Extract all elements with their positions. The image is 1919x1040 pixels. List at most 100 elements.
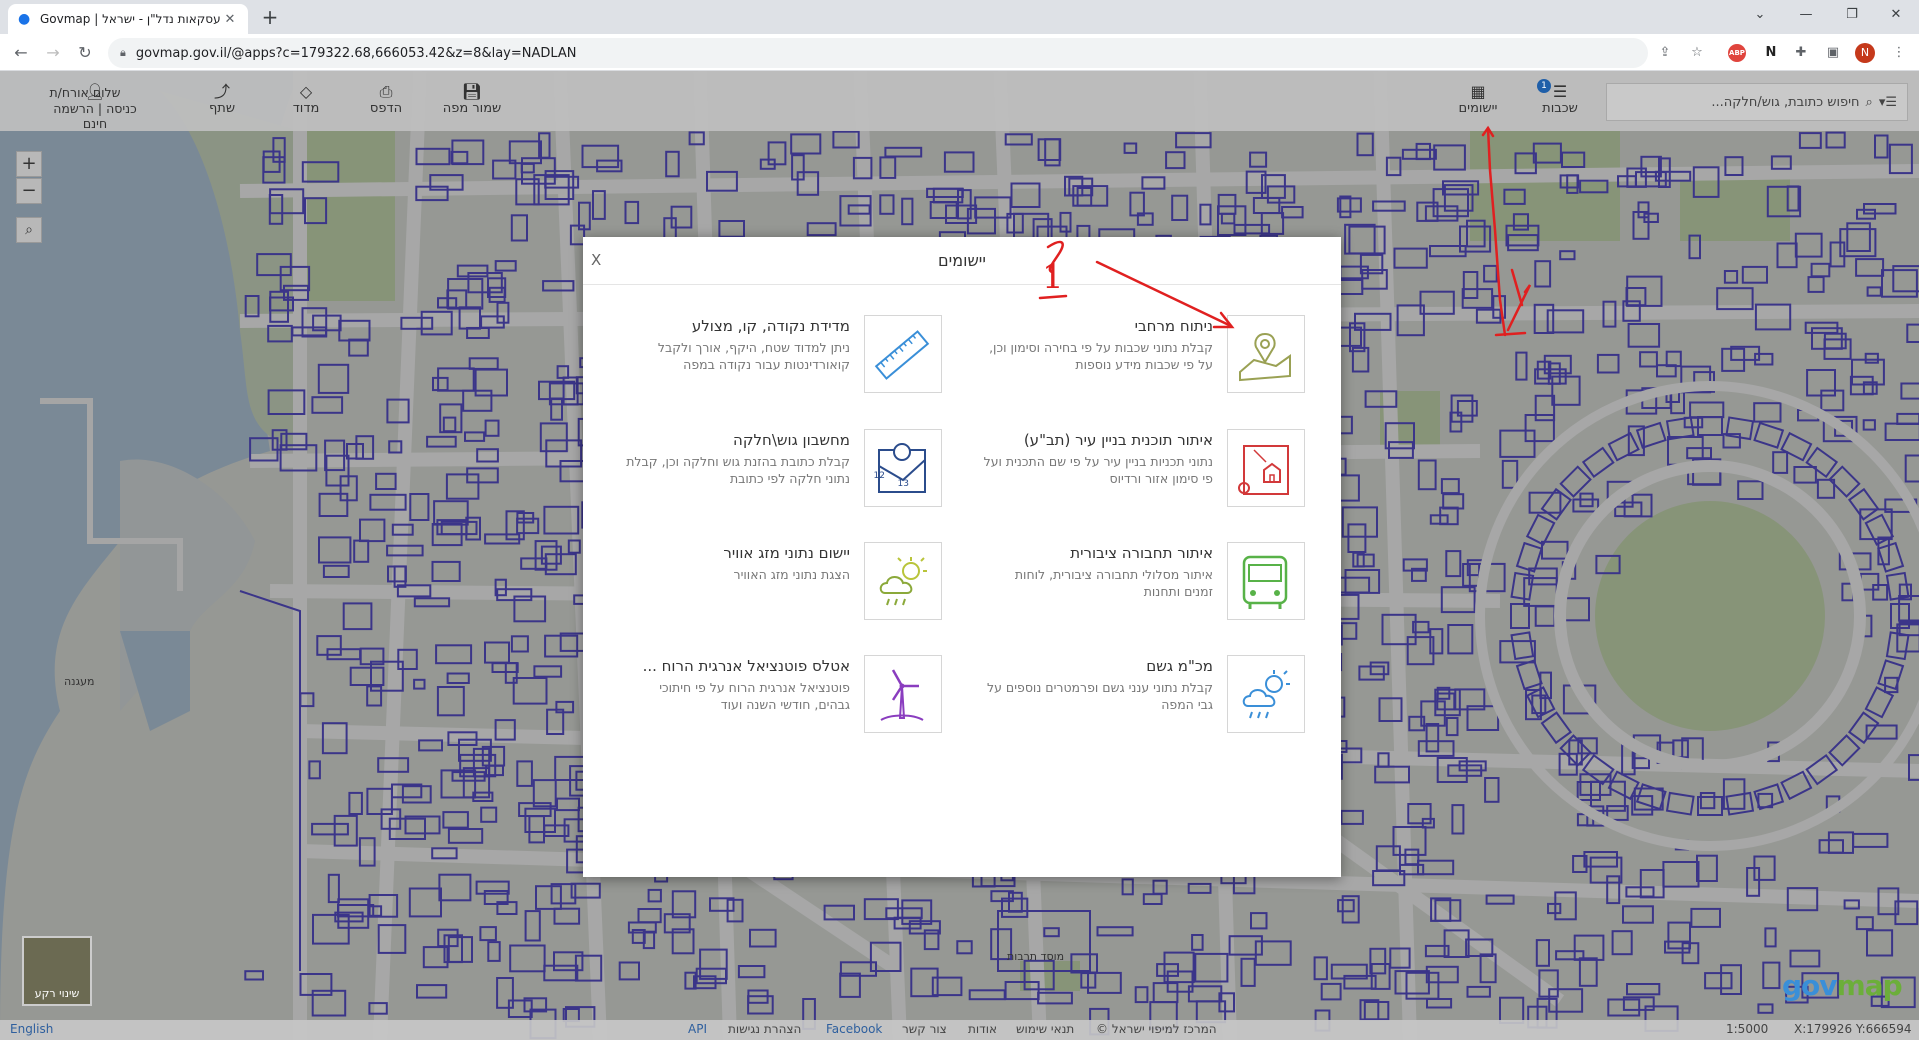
app-desc: קבלת נתוני שכבות על פי בחירה וסימון וכן,… [989, 340, 1213, 372]
app-spatial-analysis[interactable]: ניתוח מרחבי קבלת נתוני שכבות על פי בחירה … [973, 315, 1341, 395]
coords-readout: X:179926 Y:666594 [1794, 1022, 1912, 1036]
apps-button[interactable]: ▦ יישומים [1446, 82, 1510, 117]
app-name: יישום נתוני מזג אוויר [723, 544, 850, 562]
weather-icon [864, 542, 942, 620]
adblock-icon[interactable]: ABP [1728, 44, 1746, 62]
zoom-box-icon[interactable]: ⌕ [16, 217, 42, 243]
about-link[interactable]: אודות [968, 1022, 997, 1036]
svg-text:13: 13 [898, 479, 909, 489]
restore-button[interactable]: ❐ [1829, 0, 1875, 30]
forward-button[interactable]: → [40, 40, 66, 66]
parcel-calculator-icon: 12 13 [864, 429, 942, 507]
app-weather[interactable]: יישום נתוני מזג אוויר הצגת נתוני מזג האוו… [610, 542, 978, 622]
app-desc: קבלת נתוני ענני גשם ופרמטרים נוספים על ג… [987, 680, 1213, 712]
bookmark-star-icon[interactable]: ☆ [1686, 42, 1708, 64]
app-name: איתור תוכנית בניין עיר (תב"ע) [1023, 431, 1213, 449]
search-icon[interactable]: ⌕ [1866, 95, 1873, 110]
address-bar[interactable]: 🔒︎ govmap.gov.il/@apps?c=179322.68,66605… [108, 38, 1648, 68]
app-rain-radar[interactable]: מכ"מ גשם קבלת נתוני ענני גשם ופרמטרים נוס… [973, 655, 1341, 735]
minimize-button[interactable]: — [1783, 0, 1829, 30]
measure-button[interactable]: ◇ מדוד [284, 82, 328, 117]
login-text[interactable]: כניסה | הרשמה חינם [45, 101, 145, 131]
tab-search-icon[interactable]: ⌄ [1737, 0, 1783, 30]
browser-tab-bar: ● Govmap | עסקאות נדל"ן - ישראל ... ✕ + … [0, 0, 1919, 34]
app-measure[interactable]: מדידת נקודה, קו, מצולע ניתן למדוד שטח, הי… [610, 315, 978, 395]
modal-close-button[interactable]: X [591, 251, 601, 269]
login-area[interactable]: 👤︎ שלום אורח/ת כניסה | הרשמה חינם [45, 83, 145, 132]
share-page-icon[interactable]: ⇪ [1654, 42, 1676, 64]
measure-label: מדוד [292, 101, 320, 116]
app-name: מדידת נקודה, קו, מצולע [691, 317, 850, 335]
rain-radar-icon [1227, 655, 1305, 733]
wind-turbine-icon [864, 655, 942, 733]
back-button[interactable]: ← [8, 40, 34, 66]
save-map-label: שמור מפה [442, 101, 502, 116]
zoom-out-button[interactable]: − [16, 178, 42, 204]
grid-icon: ▦ [1470, 82, 1486, 101]
status-bar: English API הצהרת נגישות Facebook צור קש… [0, 1020, 1919, 1040]
map-label-marina: מעגנה [64, 675, 95, 688]
api-link[interactable]: API [688, 1022, 707, 1036]
app-name: ניתוח מרחבי [1134, 317, 1213, 335]
notion-extension-icon[interactable]: N [1760, 42, 1782, 64]
app-name: איתור תחבורה ציבורית [1070, 544, 1213, 562]
extensions-puzzle-icon[interactable]: ✚ [1790, 42, 1812, 64]
layers-count-badge: 1 [1537, 79, 1551, 93]
search-box[interactable]: ☰▾ ⌕ חיפוש כתובת, גוש/חלקה... [1606, 83, 1908, 121]
basemap-label: שינוי רקע [34, 987, 80, 1000]
building-plan-icon [1227, 429, 1305, 507]
reload-button[interactable]: ↻ [72, 40, 98, 66]
layers-label: שכבות [1542, 101, 1578, 116]
measure-icon: ◇ [299, 82, 313, 101]
apps-label: יישומים [1458, 101, 1498, 116]
map-pin-icon: ● [18, 11, 31, 27]
search-menu-icon[interactable]: ☰▾ [1879, 95, 1897, 110]
basemap-switcher[interactable]: שינוי רקע [22, 936, 92, 1006]
save-icon: 💾︎ [461, 82, 483, 101]
govmap-header: 👤︎ שלום אורח/ת כניסה | הרשמה חינם ⤴ שתף … [0, 71, 1919, 131]
tab-title: Govmap | עסקאות נדל"ן - ישראל ... [40, 12, 222, 26]
save-map-button[interactable]: 💾︎ שמור מפה [436, 82, 508, 117]
app-name: מכ"מ גשם [1146, 657, 1213, 675]
map-location-icon [1227, 315, 1305, 393]
close-window-button[interactable]: ✕ [1873, 0, 1919, 30]
search-input[interactable]: חיפוש כתובת, גוש/חלקה... [1711, 95, 1859, 110]
close-tab-icon[interactable]: ✕ [222, 12, 238, 27]
app-desc: איתור מסלולי תחבורה ציבורית, לוחות זמנים… [1014, 567, 1213, 599]
print-button[interactable]: ⎙ הדפס [364, 82, 408, 117]
app-public-transport[interactable]: איתור תחבורה ציבורית איתור מסלולי תחבורה … [973, 542, 1341, 622]
app-wind-atlas[interactable]: אטלס פוטנציאל אנרגית הרוח ... פוטנציאל אנ… [610, 655, 978, 735]
browser-menu-icon[interactable]: ⋮ [1888, 42, 1910, 64]
terms-link[interactable]: תנאי שימוש [1016, 1022, 1074, 1036]
zoom-in-button[interactable]: + [16, 151, 42, 177]
lock-icon: 🔒︎ [120, 46, 126, 59]
share-label: שתף [208, 101, 236, 116]
english-link[interactable]: English [10, 1022, 53, 1036]
contact-link[interactable]: צור קשר [902, 1022, 947, 1036]
app-name: אטלס פוטנציאל אנרגית הרוח ... [642, 657, 850, 675]
modal-title: יישומים [938, 251, 986, 270]
scale-readout: 1:5000 [1726, 1022, 1769, 1036]
print-icon: ⎙ [379, 82, 393, 101]
modal-header: יישומים X [583, 237, 1341, 285]
app-desc: הצגת נתוני מזג האוויר [733, 567, 850, 582]
app-parcel-calculator[interactable]: 12 13 מחשבון גוש\חלקה קבלת כתובת בהזנת גוש… [610, 429, 978, 509]
app-city-plan[interactable]: איתור תוכנית בניין עיר (תב"ע) נתוני תכניו… [973, 429, 1341, 509]
app-desc: ניתן למדוד שטח, היקף, אורך ולקבל קואורדי… [657, 340, 850, 372]
print-label: הדפס [369, 101, 403, 116]
facebook-link[interactable]: Facebook [826, 1022, 882, 1036]
govmap-logo: govmap [1782, 969, 1903, 1002]
app-name: מחשבון גוש\חלקה [733, 431, 850, 449]
greeting-text: שלום אורח/ת [49, 85, 121, 100]
map-label-museum: מוסד תרבות [1007, 950, 1065, 963]
browser-tab[interactable]: ● Govmap | עסקאות נדל"ן - ישראל ... ✕ [8, 4, 248, 34]
app-desc: קבלת כתובת בהזנת גוש וחלקה וכן, קבלת נתו… [626, 454, 850, 486]
new-tab-button[interactable]: + [258, 6, 282, 30]
side-panel-icon[interactable]: ▣ [1822, 42, 1844, 64]
share-button[interactable]: ⤴ שתף [200, 82, 244, 117]
svg-text:12: 12 [874, 471, 885, 481]
share-icon: ⤴ [213, 82, 230, 101]
accessibility-link[interactable]: הצהרת נגישות [728, 1022, 801, 1036]
profile-avatar[interactable]: N [1855, 43, 1875, 63]
bus-icon [1227, 542, 1305, 620]
